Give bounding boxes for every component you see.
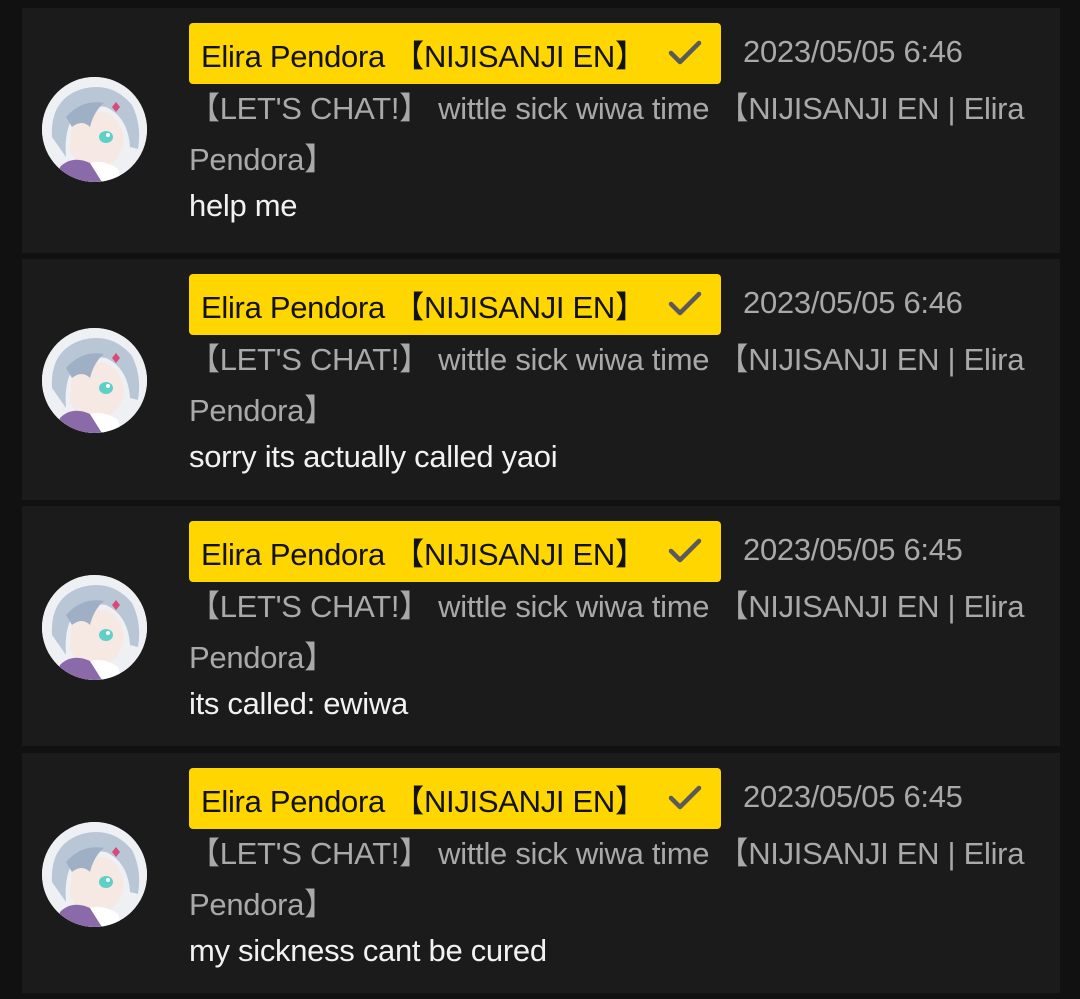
timestamp: 2023/05/05 6:45 (743, 532, 963, 567)
author-name: Elira Pendora 【NIJISANJI EN】 (201, 290, 646, 325)
author-name: Elira Pendora 【NIJISANJI EN】 (201, 784, 646, 819)
timestamp: 2023/05/05 6:46 (743, 285, 963, 320)
timestamp: 2023/05/05 6:46 (743, 34, 963, 69)
video-title-link[interactable]: 【LET'S CHAT!】 wittle sick wiwa time 【NIJ… (189, 83, 1029, 185)
message-text: its called: ewiwa (189, 686, 408, 721)
chat-message-card[interactable]: Elira Pendora 【NIJISANJI EN】 2023/05/05 … (22, 259, 1060, 500)
avatar[interactable] (42, 575, 147, 680)
chat-message-card[interactable]: Elira Pendora 【NIJISANJI EN】 2023/05/05 … (22, 8, 1060, 253)
timestamp: 2023/05/05 6:45 (743, 779, 963, 814)
avatar[interactable] (42, 77, 147, 182)
check-icon (668, 291, 702, 316)
video-title-link[interactable]: 【LET'S CHAT!】 wittle sick wiwa time 【NIJ… (189, 581, 1029, 683)
avatar[interactable] (42, 822, 147, 927)
check-icon (668, 40, 702, 65)
video-title-link[interactable]: 【LET'S CHAT!】 wittle sick wiwa time 【NIJ… (189, 828, 1029, 930)
avatar-image (42, 575, 147, 680)
avatar-image (42, 822, 147, 927)
author-name: Elira Pendora 【NIJISANJI EN】 (201, 39, 646, 74)
author-badge[interactable]: Elira Pendora 【NIJISANJI EN】 (189, 23, 721, 84)
author-name: Elira Pendora 【NIJISANJI EN】 (201, 537, 646, 572)
author-badge[interactable]: Elira Pendora 【NIJISANJI EN】 (189, 768, 721, 829)
author-badge[interactable]: Elira Pendora 【NIJISANJI EN】 (189, 274, 721, 335)
video-title-link[interactable]: 【LET'S CHAT!】 wittle sick wiwa time 【NIJ… (189, 334, 1029, 436)
chat-message-feed[interactable]: Elira Pendora 【NIJISANJI EN】 2023/05/05 … (0, 0, 1080, 999)
avatar-image (42, 328, 147, 433)
avatar[interactable] (42, 328, 147, 433)
message-text: sorry its actually called yaoi (189, 439, 558, 474)
message-text: my sickness cant be cured (189, 933, 547, 968)
check-icon (668, 785, 702, 810)
chat-message-card[interactable]: Elira Pendora 【NIJISANJI EN】 2023/05/05 … (22, 506, 1060, 746)
check-icon (668, 538, 702, 563)
avatar-image (42, 77, 147, 182)
message-text: help me (189, 188, 298, 223)
chat-message-card[interactable]: Elira Pendora 【NIJISANJI EN】 2023/05/05 … (22, 753, 1060, 993)
author-badge[interactable]: Elira Pendora 【NIJISANJI EN】 (189, 521, 721, 582)
